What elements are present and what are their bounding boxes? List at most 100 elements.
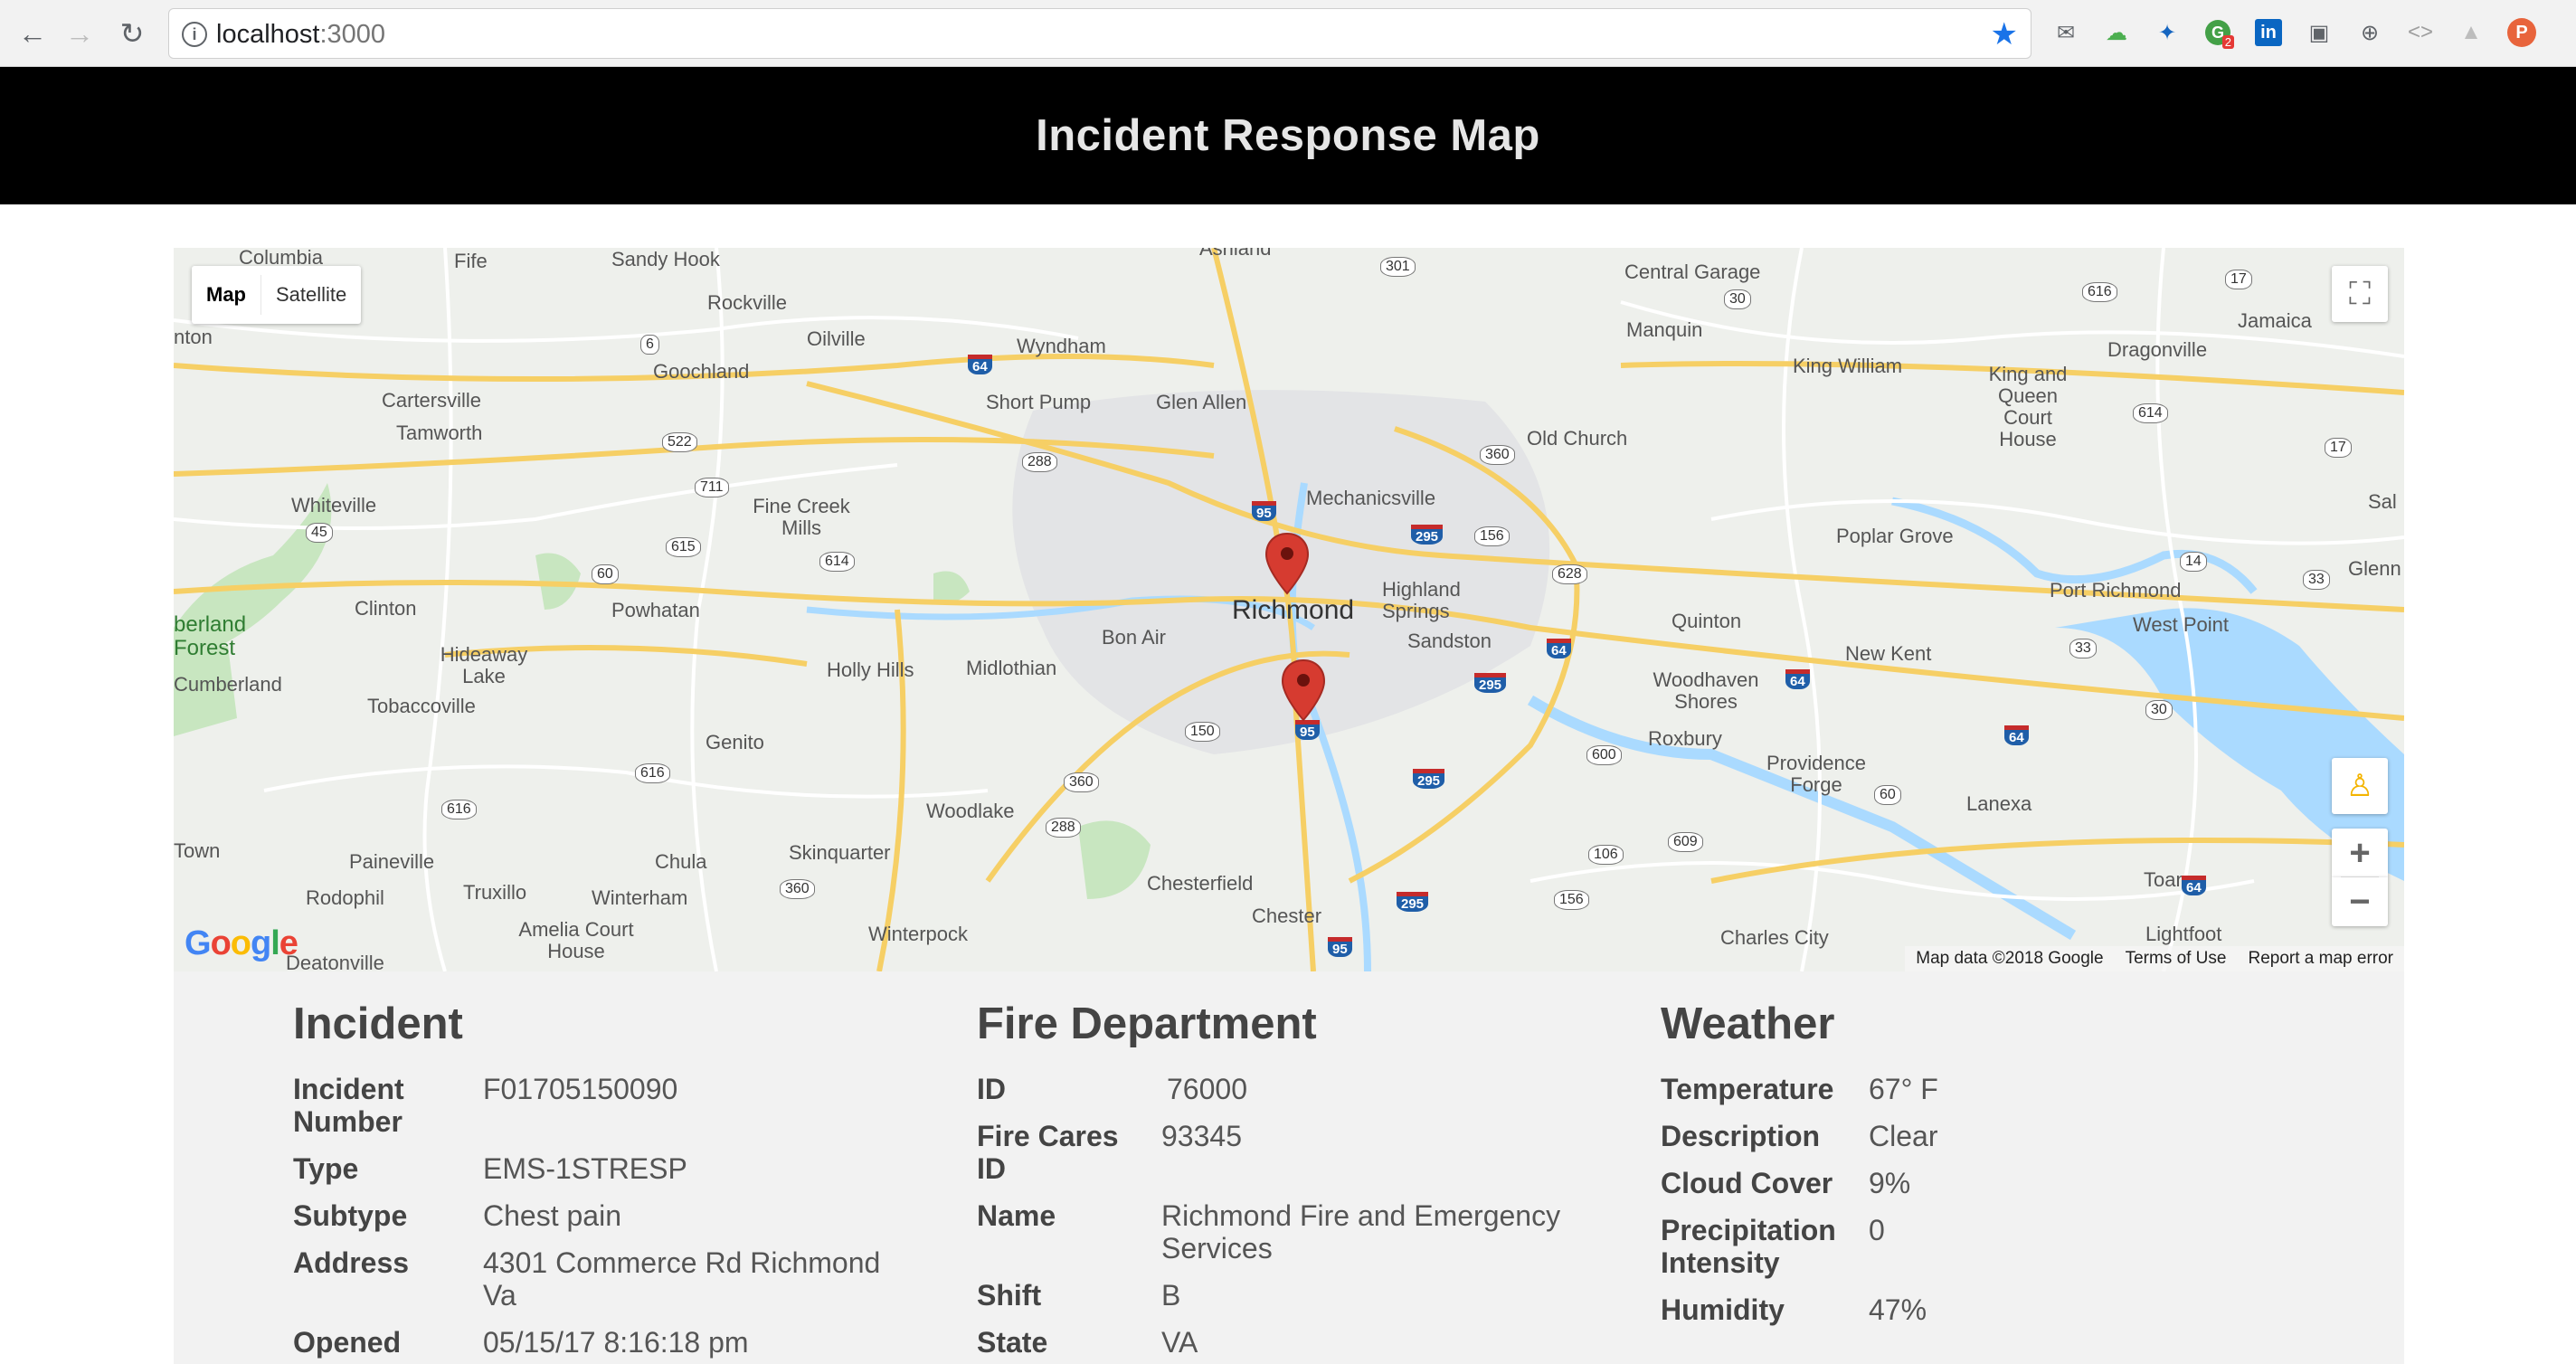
field-label: Description [1661, 1120, 1821, 1152]
forward-icon[interactable]: → [62, 15, 98, 52]
interstate-shield: 95 [1252, 501, 1276, 521]
fullscreen-icon[interactable]: ⛶ [2332, 266, 2388, 322]
field-value: Richmond Fire and Emergency Services [1161, 1199, 1561, 1265]
park-label: berland Forest [174, 612, 247, 660]
reload-icon[interactable]: ↻ [114, 15, 150, 52]
google-logo-text: Google [185, 924, 298, 962]
field-value: EMS-1STRESP [483, 1152, 687, 1185]
interstate-shield: 295 [1397, 892, 1429, 912]
city-label: Richmond [1232, 595, 1355, 625]
extension-window-icon[interactable]: ▣ [2303, 16, 2335, 49]
place-label: New Kent [1845, 642, 1932, 665]
field-label: Temperature [1661, 1073, 1834, 1105]
field-label: ID [977, 1073, 1006, 1105]
linkedin-icon[interactable]: in [2252, 16, 2285, 49]
extension-puzzle-icon[interactable]: ✦ [2151, 16, 2183, 49]
google-logo[interactable]: Google [185, 924, 298, 963]
extension-badge-icon[interactable]: G2 [2202, 16, 2234, 49]
field-value: VA [1161, 1326, 1198, 1359]
weather-row: Cloud Cover 9% [1661, 1167, 2294, 1199]
street-view-pegman-icon[interactable]: ♙ [2332, 758, 2388, 814]
place-label: Town [174, 839, 221, 862]
place-label: Amelia Court House [518, 918, 634, 962]
route-shield: 609 [1668, 832, 1703, 852]
route-shield: 301 [1380, 257, 1416, 277]
field-value: 93345 [1161, 1120, 1242, 1152]
mail-icon[interactable]: ✉ [2050, 16, 2082, 49]
place-label: Deatonville [286, 952, 384, 971]
zoom-in-button[interactable]: + [2332, 829, 2388, 877]
url-host: localhost [216, 20, 320, 49]
place-label: Short Pump [986, 391, 1092, 413]
place-label: Rodophil [306, 886, 384, 909]
place-label: Roxbury [1648, 727, 1722, 750]
place-label: Port Richmond [2050, 579, 2182, 601]
route-shield: 106 [1588, 845, 1624, 865]
profile-icon[interactable]: P [2505, 16, 2538, 49]
weather-row: Description Clear [1661, 1120, 2294, 1152]
field-label: Incident Number [293, 1073, 404, 1138]
profile-initial: P [2507, 18, 2536, 47]
fire-department-row: Shift B [977, 1279, 1628, 1312]
field-label: Cloud Cover [1661, 1167, 1833, 1199]
field-value: F01705150090 [483, 1073, 678, 1105]
info-icon[interactable]: i [182, 22, 207, 47]
place-label: Fine Creek Mills [753, 495, 850, 539]
route-shield: 60 [1874, 785, 1901, 805]
route-shield: 14 [2180, 552, 2207, 572]
incident-map[interactable]: Columbia Fife Sandy Hook Ashland Central… [174, 248, 2404, 971]
weather-section: Weather Temperature 67° F Description Clea… [1661, 999, 2294, 1340]
zoom-out-button[interactable]: − [2332, 877, 2388, 926]
route-shield: 17 [2225, 270, 2252, 289]
field-value: 9% [1869, 1167, 1911, 1199]
browser-toolbar: ← → ↻ i localhost:3000 ★ ✉ ☁ ✦ G2 in ▣ ⊕… [0, 0, 2576, 67]
url-text: localhost:3000 [216, 20, 385, 50]
place-label: Cartersville [382, 389, 482, 412]
place-label: Poplar Grove [1836, 525, 1954, 547]
route-shield: 33 [2069, 639, 2097, 658]
place-label: Sandston [1407, 630, 1492, 652]
weather-heading: Weather [1661, 999, 1835, 1048]
weather-row: Humidity 47% [1661, 1293, 2294, 1326]
place-label: King and Queen Court House [1988, 363, 2068, 450]
place-label: Bon Air [1102, 626, 1166, 649]
place-label: Midlothian [966, 657, 1057, 679]
extension-tree-icon[interactable]: ▲ [2455, 16, 2487, 49]
place-label: nton [174, 326, 213, 348]
incident-marker[interactable] [1281, 658, 1326, 722]
incident-row: Subtype Chest pain [293, 1199, 926, 1232]
map-type-map-button[interactable]: Map [192, 266, 260, 324]
back-icon[interactable]: ← [14, 15, 51, 52]
place-label: Woodhaven Shores [1653, 668, 1759, 713]
incident-marker[interactable] [1264, 532, 1310, 595]
route-shield: 60 [592, 564, 619, 584]
field-label: Shift [977, 1279, 1042, 1312]
bookmark-star-icon[interactable]: ★ [1991, 16, 2018, 52]
report-map-error-link[interactable]: Report a map error [2237, 946, 2404, 971]
extension-cloud-icon[interactable]: ☁ [2100, 16, 2133, 49]
extension-globe-icon[interactable]: ⊕ [2353, 16, 2386, 49]
route-shield: 360 [1480, 445, 1515, 465]
route-shield: 288 [1046, 818, 1081, 838]
interstate-shield: 64 [1547, 639, 1571, 658]
app-header: Incident Response Map [0, 67, 2576, 204]
interstate-shield: 64 [1785, 669, 1810, 689]
interstate-shield: 295 [1474, 673, 1507, 693]
devtools-icon[interactable]: <> [2404, 16, 2437, 49]
details-panel: Incident Incident Number F01705150090 Typ… [174, 971, 2404, 1364]
google-logo-letter: l [270, 924, 280, 962]
place-label: Central Garage [1624, 260, 1761, 283]
map-type-satellite-button[interactable]: Satellite [261, 266, 361, 324]
route-shield: 156 [1554, 890, 1589, 910]
route-shield: 628 [1552, 564, 1587, 584]
interstate-shield: 95 [1328, 937, 1352, 957]
route-shield: 615 [666, 537, 701, 557]
place-label: Highland Springs [1382, 578, 1461, 622]
place-label: Glen Allen [1156, 391, 1247, 413]
place-label: Chester [1252, 905, 1322, 927]
terms-of-use-link[interactable]: Terms of Use [2115, 946, 2238, 971]
address-bar[interactable]: i localhost:3000 ★ [168, 8, 2031, 59]
place-label: Goochland [653, 360, 750, 383]
field-value: 0 [1869, 1214, 1885, 1246]
field-value: 67° F [1869, 1073, 1938, 1105]
